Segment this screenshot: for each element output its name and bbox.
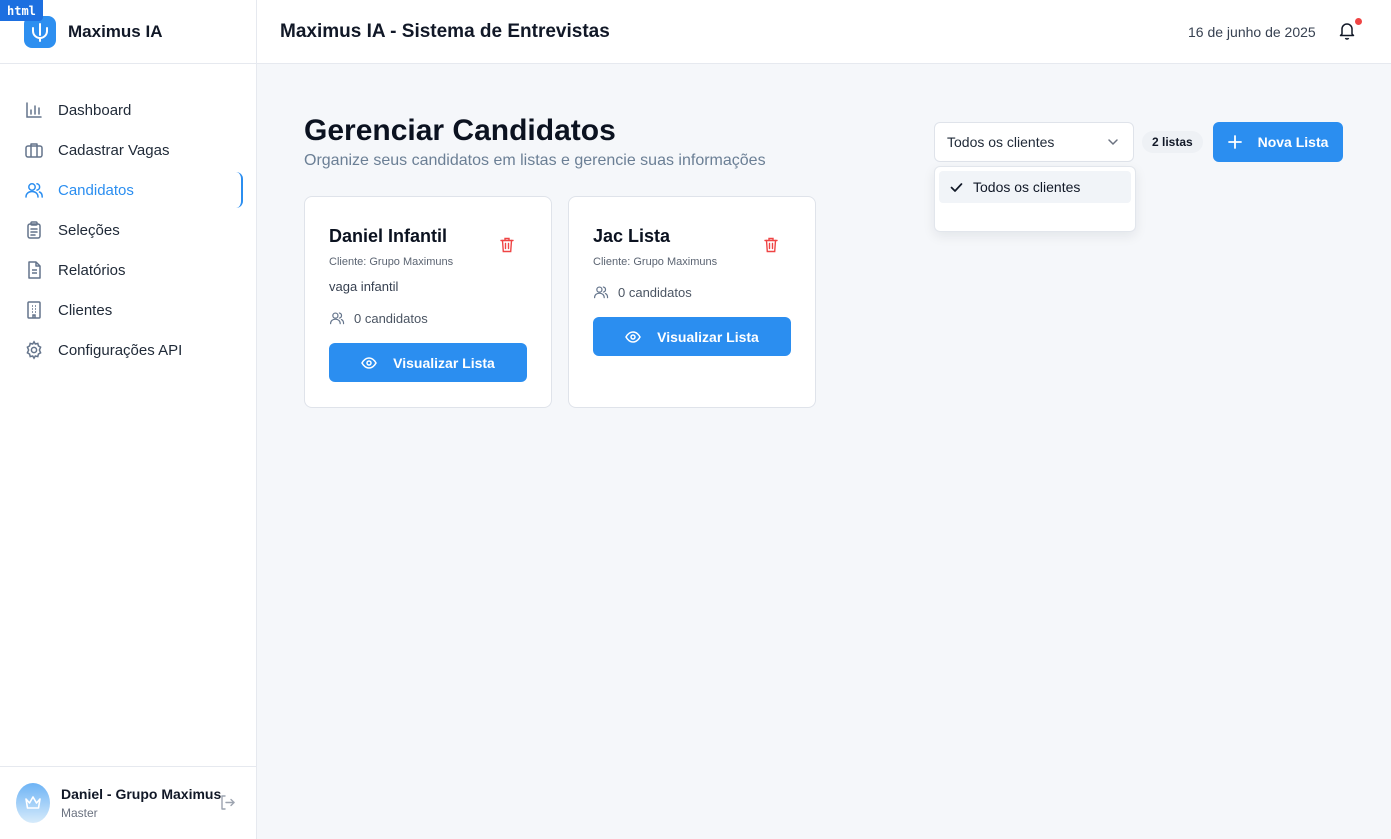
dropdown-option-todos[interactable]: Todos os clientes [939,171,1131,203]
sidebar-item-candidatos[interactable]: Candidatos [0,170,256,210]
sidebar-item-label: Cadastrar Vagas [58,141,170,159]
sidebar-item-dashboard[interactable]: Dashboard [0,90,256,130]
user-card: Daniel - Grupo Maximus Master [0,766,256,839]
view-list-label: Visualizar Lista [657,328,759,345]
avatar [16,783,50,823]
sidebar-item-selecoes[interactable]: Seleções [0,210,256,250]
sidebar-item-cadastrar-vagas[interactable]: Cadastrar Vagas [0,130,256,170]
client-filter-select[interactable]: Todos os clientes [934,122,1134,162]
logout-icon[interactable] [219,794,236,816]
sidebar-item-label: Dashboard [58,101,132,119]
users-icon [594,286,609,299]
app-name: Maximus IA [68,21,163,41]
card-description: vaga infantil [329,279,399,294]
card-title: Jac Lista [593,226,671,246]
check-icon [950,182,963,192]
card-candidate-count: 0 candidatos [593,284,692,300]
notification-dot [1355,18,1362,25]
view-list-label: Visualizar Lista [393,354,495,371]
html-badge: html [0,0,43,21]
client-filter-dropdown: Todos os clientes [934,166,1136,232]
header-date: 16 de junho de 2025 [1188,24,1316,40]
sidebar-item-configuracoes-api[interactable]: Configurações API [0,330,256,370]
trash-icon[interactable] [500,237,514,258]
card-count-label: 0 candidatos [354,310,428,326]
sidebar-item-label: Clientes [58,301,113,319]
eye-icon [361,356,378,369]
sidebar-nav: Dashboard Cadastrar Vagas Candidatos Sel… [0,64,256,370]
sidebar-item-relatorios[interactable]: Relatórios [0,250,256,290]
file-text-icon [28,261,41,279]
bell-icon[interactable] [1339,22,1355,45]
page-title: Gerenciar Candidatos [304,114,616,147]
card-title: Daniel Infantil [329,226,448,246]
new-list-label: Nova Lista [1257,134,1329,150]
building-icon [27,301,41,319]
top-bar: Maximus IA - Sistema de Entrevistas 16 d… [257,0,1391,64]
card-client: Cliente: Grupo Maximuns [593,256,718,268]
users-icon [25,183,43,198]
chevron-down-icon [1108,139,1118,146]
card-client: Cliente: Grupo Maximuns [329,256,454,268]
view-list-button[interactable]: Visualizar Lista [593,317,791,356]
sidebar-item-label: Candidatos [58,181,134,199]
gear-icon [26,340,42,360]
clipboard-icon [27,221,41,239]
eye-icon [625,330,642,343]
sidebar-item-label: Relatórios [58,261,126,279]
bar-chart-icon [26,102,42,118]
user-role: Master [61,806,98,820]
client-filter-value: Todos os clientes [947,134,1055,150]
users-icon [330,312,345,325]
sidebar-item-clientes[interactable]: Clientes [0,290,256,330]
card-candidate-count: 0 candidatos [329,310,428,326]
candidate-list-card: Daniel Infantil Cliente: Grupo Maximuns … [304,196,552,408]
lists-count-badge: 2 listas [1142,131,1203,153]
view-list-button[interactable]: Visualizar Lista [329,343,527,382]
page-subtitle: Organize seus candidatos em listas e ger… [304,152,766,169]
crown-icon [25,796,41,809]
trash-icon[interactable] [764,237,778,258]
sidebar: Maximus IA Dashboard Cadastrar Vagas Can… [0,0,257,839]
user-name: Daniel - Grupo Maximus [61,786,222,802]
briefcase-icon [25,143,43,158]
new-list-button[interactable]: Nova Lista [1213,122,1343,162]
header-title: Maximus IA - Sistema de Entrevistas [280,21,610,42]
sidebar-item-label: Configurações API [58,341,183,359]
sidebar-item-label: Seleções [58,221,120,239]
card-count-label: 0 candidatos [618,284,692,300]
candidate-list-card: Jac Lista Cliente: Grupo Maximuns 0 cand… [568,196,816,408]
dropdown-option-label: Todos os clientes [973,179,1081,195]
plus-icon [1227,135,1242,149]
